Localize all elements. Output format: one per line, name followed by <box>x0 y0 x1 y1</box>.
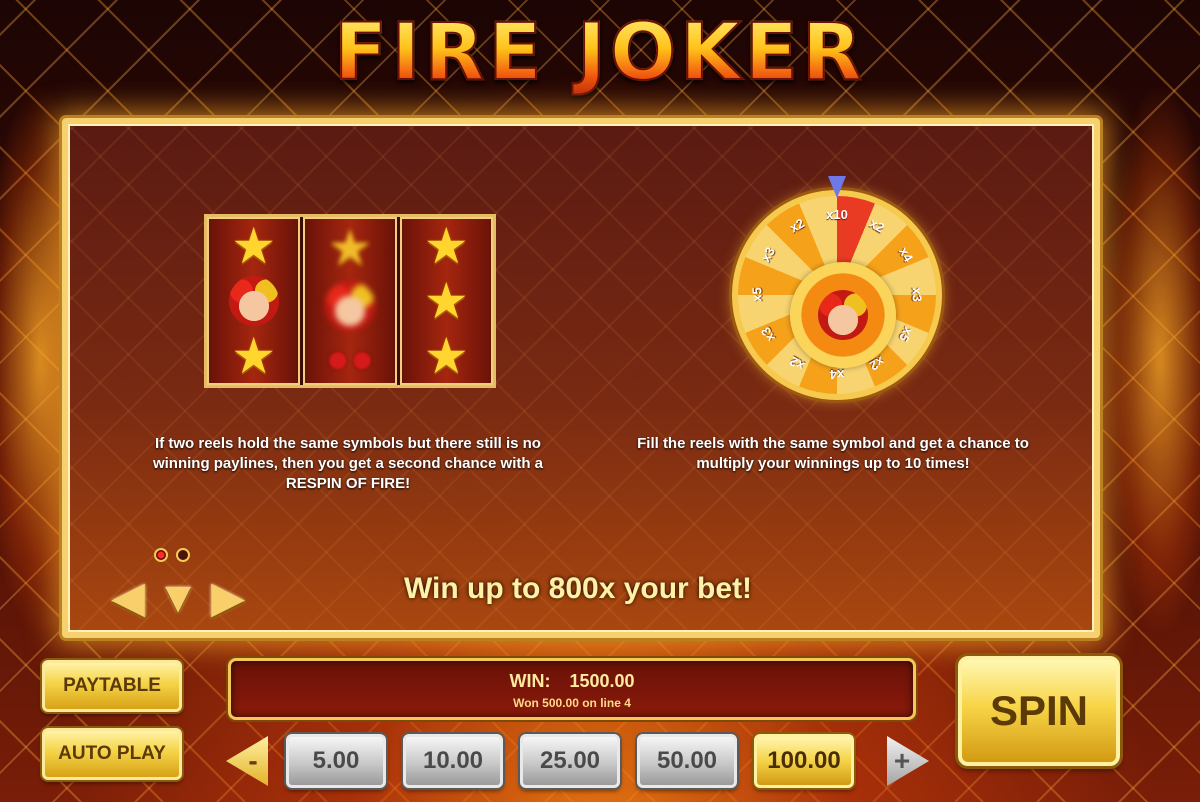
joker-icon <box>228 275 279 326</box>
win-amount: 1500.00 <box>569 671 635 691</box>
wheel-segment-label: x2 <box>786 215 808 236</box>
wheel-segment-label: x4 <box>829 367 845 382</box>
joker-icon <box>818 290 868 340</box>
game-background: FIRE JOKER ★ ★ ★ ●● ★ ★ ★ x10 x2 x4 x3 x… <box>0 0 1200 802</box>
wheel-pointer-icon <box>828 176 846 198</box>
bet-option-50[interactable]: 50.00 <box>637 734 737 788</box>
wheel-segment-label: x5 <box>749 287 765 302</box>
info-panel: ★ ★ ★ ●● ★ ★ ★ x10 x2 x4 x3 x5 x2 x4 x2 x3 x5 x3 x <box>62 118 1100 638</box>
max-win-headline: Win up to 800x your bet! <box>403 572 753 605</box>
paytable-button[interactable]: PAYTABLE <box>42 660 182 712</box>
page-dot-1[interactable] <box>154 548 168 562</box>
down-arrow-icon[interactable]: ▼ <box>156 576 200 620</box>
flame-right-decoration <box>1100 80 1200 640</box>
wheel-segment-label: x2 <box>866 215 888 236</box>
bet-option-25[interactable]: 25.00 <box>520 734 620 788</box>
win-label: WIN: <box>509 671 551 691</box>
star-icon: ★ <box>327 220 373 276</box>
wheel-segment-label: x4 <box>896 244 917 265</box>
cherry-icon: ●● <box>325 337 375 381</box>
bet-selector: - 5.00 10.00 25.00 50.00 100.00 + <box>226 734 929 788</box>
wheel-segment-label: x10 <box>826 207 848 222</box>
reel-3: ★ ★ ★ <box>399 217 493 385</box>
wheel-hub <box>790 262 896 368</box>
bet-option-5[interactable]: 5.00 <box>286 734 386 788</box>
star-icon: ★ <box>231 327 277 384</box>
spin-button[interactable]: SPIN <box>958 656 1120 766</box>
increase-bet-button[interactable]: + <box>887 736 929 786</box>
multiplier-description: Fill the reels with the same symbol and … <box>637 435 1029 472</box>
reel-1: ★ ★ <box>207 217 301 385</box>
multiplier-wheel: x10 x2 x4 x3 x5 x2 x4 x2 x3 x5 x3 x2 <box>732 176 942 416</box>
wheel-segment-label: x5 <box>896 324 917 345</box>
wheel-segment-label: x3 <box>757 324 778 345</box>
page-dot-2[interactable] <box>176 548 190 562</box>
bet-option-100[interactable]: 100.00 <box>754 734 854 788</box>
info-navigation: ◀ ▼ ▶ <box>106 576 250 620</box>
joker-icon <box>324 281 375 331</box>
reels-illustration: ★ ★ ★ ●● ★ ★ ★ <box>204 214 496 388</box>
bet-option-10[interactable]: 10.00 <box>403 734 503 788</box>
reel-2: ★ ●● <box>303 217 397 385</box>
star-icon: ★ <box>423 218 469 275</box>
autoplay-button[interactable]: AUTO PLAY <box>42 728 182 780</box>
wheel-segment-label: x3 <box>909 287 925 302</box>
star-icon: ★ <box>423 327 469 384</box>
win-display: WIN: 1500.00 Won 500.00 on line 4 <box>228 658 916 720</box>
decrease-bet-button[interactable]: - <box>226 736 268 786</box>
star-icon: ★ <box>423 272 469 329</box>
page-indicator <box>154 548 190 562</box>
respin-description: If two reels hold the same symbols but t… <box>152 435 544 492</box>
wheel-segment-label: x3 <box>757 244 778 265</box>
left-arrow-icon[interactable]: ◀ <box>106 576 150 620</box>
star-icon: ★ <box>231 218 277 275</box>
game-title: FIRE JOKER <box>0 7 1200 99</box>
right-arrow-icon[interactable]: ▶ <box>206 576 250 620</box>
win-detail: Won 500.00 on line 4 <box>513 696 631 710</box>
wheel-disc: x10 x2 x4 x3 x5 x2 x4 x2 x3 x5 x3 x2 <box>732 190 942 400</box>
